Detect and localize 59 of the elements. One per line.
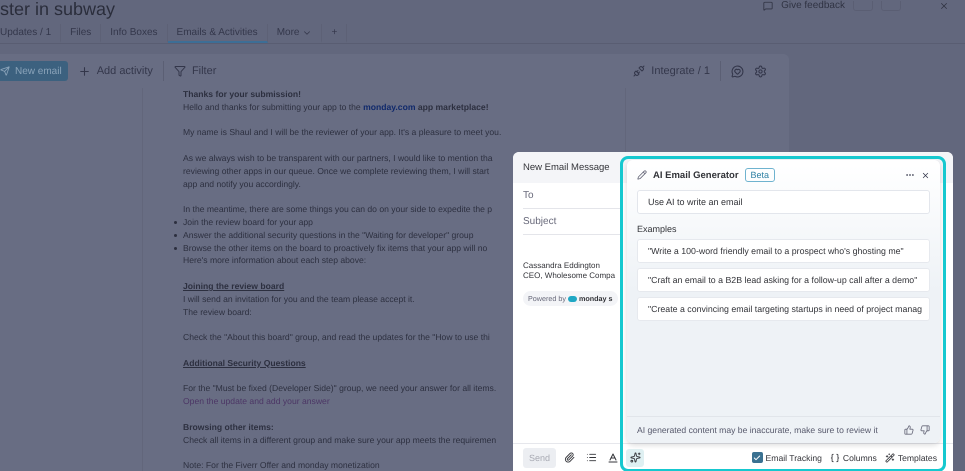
body-text: Note: For the Fiverr Offer and monday monetization — [183, 459, 380, 471]
braces-icon — [830, 452, 840, 462]
templates-button[interactable]: Templates — [884, 452, 937, 462]
example-prompt[interactable]: "Create a convincing email targeting startups in need of project manag — [637, 297, 930, 321]
panel-title: AI Email Generator — [653, 170, 739, 180]
disclaimer-text: AI generated content may be inaccurate, make sure to review it — [637, 425, 878, 435]
ai-button[interactable] — [626, 448, 644, 466]
example-prompt[interactable]: "Write a 100-word friendly email to a prospect who's ghosting me" — [637, 239, 930, 263]
body-text: Here's more information about each step above: — [183, 254, 366, 268]
thumbs-up-icon[interactable] — [904, 425, 914, 435]
integrate-button[interactable]: Integrate / 1 — [633, 65, 710, 77]
section-heading: Joining the review board — [183, 280, 284, 293]
list-item: Browse the other items on the board to proactively fix items that your app will no — [173, 242, 488, 254]
feedback-link[interactable]: Give feedback — [781, 0, 845, 11]
plus-icon — [78, 64, 91, 78]
body-text: Browsing other items: — [183, 420, 274, 434]
checkbox-label: Email Tracking — [766, 452, 822, 462]
list-item: Join the review board for your app — [173, 216, 313, 229]
body-text: app and notify you accordingly. — [183, 178, 301, 190]
body-text: Thanks for your submission! — [183, 88, 301, 101]
pencil-icon — [637, 170, 647, 180]
body-text: I will send an invitation for you and the team please accept it. — [183, 292, 415, 306]
signature-text: Cassandra Eddington CEO, Wholesome Compa — [523, 261, 616, 281]
plug-icon — [633, 65, 646, 77]
body-text: reviewing other apps in our queue. Once we complete reviewing them, I will start — [183, 164, 490, 178]
body-text: Hello and thanks for submitting your app to the monday.com app marketplace! — [183, 100, 489, 114]
beta-badge: Beta — [744, 168, 776, 182]
add-activity-button[interactable]: Add activity — [78, 64, 153, 78]
prompt-field[interactable]: Use AI to write an email — [637, 190, 930, 214]
checkbox[interactable] — [752, 452, 763, 463]
body-text: My name is Shaul and I will be the reviewer of your app. It's a pleasure to meet you. — [183, 126, 502, 140]
filter-button[interactable]: Filter — [174, 65, 216, 77]
page-title: ster in subway — [0, 0, 116, 18]
text-color-icon — [607, 452, 620, 464]
body-text: Check all items in a different group and make sure your app meets the requiremen — [183, 434, 496, 446]
close-icon[interactable] — [921, 170, 930, 180]
example-prompt[interactable]: "Craft an email to a B2B lead asking for a follow-up call after a demo" — [637, 268, 930, 292]
thumbs-down-icon[interactable] — [920, 425, 930, 435]
paperclip-icon — [564, 452, 575, 463]
section-label: Examples — [637, 224, 678, 234]
body-text: In the meantime, there are some things you can do on your side to expedite the p — [183, 203, 492, 216]
send-icon — [0, 66, 10, 76]
chat-icon — [763, 0, 774, 10]
dialog-title: New Email Message — [523, 162, 610, 173]
filter-icon — [174, 65, 186, 77]
body-text: As we always wish to be transparent with our partners, I would like to mention tha — [183, 152, 493, 165]
wand-icon — [884, 452, 895, 462]
columns-button[interactable]: Columns — [830, 452, 877, 462]
logo-icon — [568, 296, 577, 302]
section-heading: Additional Security Questions — [183, 356, 306, 370]
body-text: The review board: — [183, 306, 252, 318]
list-item: Answer the additional security questions in the "Waiting for developer" group — [173, 228, 474, 242]
new-email-button[interactable]: New email — [0, 61, 68, 81]
add-tab-button[interactable]: + — [322, 24, 348, 43]
link[interactable]: monday.com — [363, 102, 416, 112]
link[interactable]: Open the update and add your answer — [183, 395, 330, 408]
body-text: For the "Must be fixed (Developer Side)" group, we need your answer for all items. — [183, 382, 496, 396]
body-text: Check the "About this board" group, and read the updates for the "How to use thi — [183, 331, 490, 344]
sparkles-icon — [630, 452, 641, 463]
